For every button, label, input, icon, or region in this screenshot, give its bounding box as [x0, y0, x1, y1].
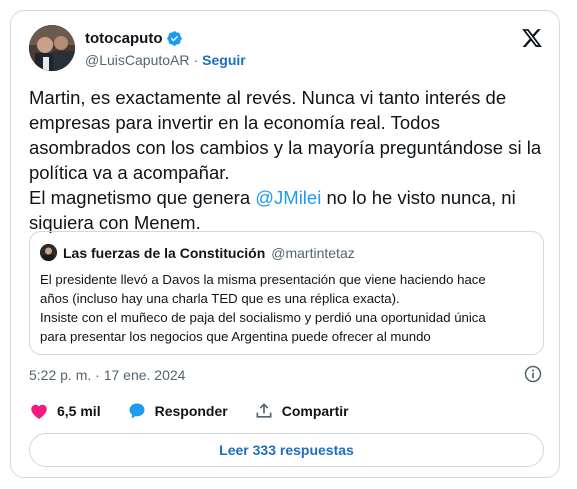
author-display-name[interactable]: totocaputo [85, 30, 162, 47]
quoted-handle: @martintetaz [271, 244, 355, 261]
quoted-text-line: El presidente llevó a Davos la misma pre… [40, 272, 486, 287]
quoted-text: El presidente llevó a Davos la misma pre… [40, 270, 535, 346]
quoted-tweet[interactable]: Las fuerzas de la Constitución @martinte… [29, 231, 544, 355]
reply-button[interactable]: Responder [127, 401, 228, 421]
heart-icon [31, 404, 47, 419]
quoted-text-line: Insiste con el muñeco de paja del social… [40, 310, 486, 325]
tweet-timestamp[interactable]: 5:22 p. m. · 17 ene. 2024 [29, 367, 185, 383]
tweet-card: totocaputo @LuisCaputoAR · Seguir Martin… [10, 10, 560, 478]
author-name-row: totocaputo [85, 30, 183, 47]
author-handle[interactable]: @LuisCaputoAR [85, 52, 190, 68]
x-logo-icon[interactable] [521, 27, 543, 49]
share-button[interactable]: Compartir [254, 401, 349, 421]
quoted-text-line: para presentar los negocios que Argentin… [40, 329, 431, 344]
tweet-paragraph-2: El magnetismo que genera @JMilei no lo h… [29, 185, 544, 235]
tweet-paragraph-1: Martin, es exactamente al revés. Nunca v… [29, 87, 542, 183]
separator-dot: · [193, 52, 199, 68]
quoted-tweet-header: Las fuerzas de la Constitución @martinte… [40, 244, 355, 261]
avatar-image [29, 25, 75, 71]
info-icon[interactable] [523, 364, 543, 384]
action-bar: 6,5 mil Responder Compartir [29, 401, 375, 421]
reply-label: Responder [154, 403, 228, 419]
verified-badge-icon [167, 31, 183, 46]
share-label: Compartir [281, 403, 349, 419]
tweet-text: Martin, es exactamente al revés. Nunca v… [29, 85, 544, 235]
tweet-text-before-mention: El magnetismo que genera [29, 187, 256, 208]
reply-bubble-icon [129, 403, 145, 419]
read-replies-button[interactable]: Leer 333 respuestas [29, 433, 544, 467]
author-handle-row: @LuisCaputoAR · Seguir [85, 52, 246, 68]
like-count: 6,5 mil [57, 403, 101, 419]
avatar[interactable] [29, 25, 75, 71]
quoted-avatar-image [40, 244, 57, 261]
quoted-text-line: años (incluso hay una charla TED que es … [40, 291, 400, 306]
quoted-avatar [40, 244, 57, 261]
share-icon [256, 403, 272, 418]
quoted-display-name: Las fuerzas de la Constitución [63, 244, 266, 261]
mention-link[interactable]: @JMilei [255, 187, 321, 208]
follow-button[interactable]: Seguir [202, 52, 246, 68]
like-button[interactable]: 6,5 mil [29, 401, 101, 421]
